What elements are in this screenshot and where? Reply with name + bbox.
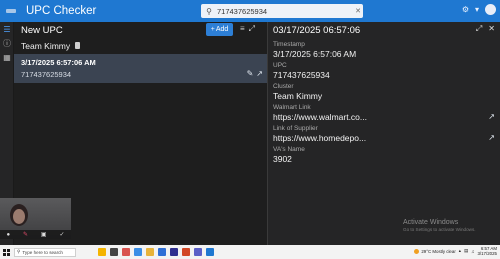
pen-icon[interactable]: ✓ bbox=[60, 231, 65, 238]
app-icon[interactable] bbox=[170, 248, 178, 256]
taskbar-search-placeholder: Type here to search bbox=[22, 249, 63, 255]
field-value: 3902 bbox=[273, 154, 292, 164]
field-label: VA's Name bbox=[273, 146, 305, 153]
field-label: Cluster bbox=[273, 83, 294, 90]
task-view-icon[interactable] bbox=[110, 248, 118, 256]
expand-icon[interactable]: ⤢ bbox=[249, 24, 255, 34]
app-menu-button[interactable] bbox=[0, 0, 18, 22]
add-button[interactable]: + Add bbox=[206, 23, 233, 36]
store-icon[interactable] bbox=[158, 248, 166, 256]
system-tray: 29°C Mostly clear ▴ ▤ ♫ 6:57 AM 3/17/202… bbox=[414, 246, 497, 256]
webcam-overlay[interactable]: ● ✎ ▣ ✓ bbox=[0, 198, 71, 239]
detail-tools: ⤢ ✕ bbox=[476, 24, 495, 34]
settings-icon[interactable]: ⚙ bbox=[462, 5, 469, 14]
info-icon[interactable]: ⓘ bbox=[0, 36, 14, 50]
activate-windows-watermark: Activate Windows Go to Settings to activ… bbox=[403, 219, 476, 232]
close-icon[interactable]: ✕ bbox=[488, 24, 495, 34]
taskbar-apps bbox=[98, 248, 214, 256]
weather-icon bbox=[414, 248, 420, 254]
network-icon[interactable]: ▤ bbox=[464, 248, 468, 254]
taskbar: ⚲ Type here to search 29°C Mostly clear … bbox=[0, 245, 500, 259]
record-icon[interactable]: ✎ bbox=[23, 231, 28, 238]
video-icon[interactable]: ▣ bbox=[41, 231, 47, 238]
volume-icon[interactable]: ♫ bbox=[471, 249, 474, 254]
field-value: 3/17/2025 6:57:06 AM bbox=[273, 49, 357, 59]
app-logo-icon bbox=[5, 9, 16, 13]
supplier-link[interactable]: https://www.homedepo... bbox=[273, 133, 495, 143]
file-explorer-icon[interactable] bbox=[146, 248, 154, 256]
plus-icon: + bbox=[210, 26, 215, 33]
webcam-face bbox=[13, 209, 25, 224]
list-icon[interactable]: ☰ bbox=[0, 22, 14, 36]
entry-actions: ✎ ↗ bbox=[247, 69, 263, 78]
chevron-down-icon[interactable]: ▾ bbox=[475, 5, 479, 14]
list-item[interactable]: 3/17/2025 6:57:06 AM 717437625934 ✎ ↗ bbox=[14, 54, 267, 83]
search-icon: ⚲ bbox=[17, 249, 21, 254]
taskbar-search[interactable]: ⚲ Type here to search bbox=[14, 247, 76, 257]
start-button[interactable] bbox=[0, 245, 12, 259]
open-external-icon[interactable]: ↗ bbox=[488, 133, 495, 142]
detail-panel: 03/17/2025 06:57:06 ⤢ ✕ Timestamp 3/17/2… bbox=[267, 22, 500, 245]
field-upc: UPC 717437625934 bbox=[273, 62, 495, 80]
cluster-badge-icon bbox=[75, 42, 81, 49]
copilot-icon[interactable] bbox=[98, 248, 106, 256]
chrome-icon[interactable] bbox=[122, 248, 130, 256]
cluster-name: Team Kimmy bbox=[21, 40, 71, 51]
windows-logo-icon bbox=[2, 248, 10, 256]
field-timestamp: Timestamp 3/17/2025 6:57:06 AM bbox=[273, 41, 495, 59]
webcam-controls: ● ✎ ▣ ✓ bbox=[0, 230, 71, 239]
app-title: UPC Checker bbox=[26, 5, 97, 17]
field-label: Link of Supplier bbox=[273, 125, 318, 132]
entry-upc: 717437625934 bbox=[21, 70, 72, 79]
field-label: UPC bbox=[273, 62, 287, 69]
expand-icon[interactable]: ⤢ bbox=[476, 24, 482, 34]
weather-text: 29°C Mostly clear bbox=[421, 248, 456, 254]
field-cluster: Cluster Team Kimmy bbox=[273, 83, 495, 101]
add-button-label: Add bbox=[215, 26, 229, 33]
filter-icon[interactable]: ≡ bbox=[240, 24, 245, 34]
camera-icon[interactable]: ● bbox=[6, 232, 10, 238]
clock[interactable]: 6:57 AM 3/17/2025 bbox=[477, 246, 497, 256]
watermark-subtitle: Go to Settings to activate Windows. bbox=[403, 227, 476, 232]
chevron-up-icon[interactable]: ▴ bbox=[459, 248, 461, 254]
search-icon: ⚲ bbox=[206, 6, 212, 16]
app-icon[interactable] bbox=[182, 248, 190, 256]
field-value: Team Kimmy bbox=[273, 91, 323, 101]
app-icon[interactable] bbox=[194, 248, 202, 256]
upc-checker-app-icon[interactable] bbox=[206, 248, 214, 256]
clock-date: 3/17/2025 bbox=[477, 251, 497, 256]
open-external-icon[interactable]: ↗ bbox=[256, 69, 263, 78]
field-label: Walmart Link bbox=[273, 104, 311, 111]
edit-icon[interactable]: ✎ bbox=[247, 69, 254, 78]
avatar[interactable] bbox=[485, 4, 496, 15]
walmart-link[interactable]: https://www.walmart.co... bbox=[273, 112, 495, 122]
list-tools: ≡ ⤢ bbox=[240, 24, 255, 34]
entry-timestamp: 3/17/2025 6:57:06 AM bbox=[21, 58, 96, 67]
watermark-title: Activate Windows bbox=[403, 219, 459, 226]
field-va-name: VA's Name 3902 bbox=[273, 146, 495, 164]
field-walmart-link: Walmart Link https://www.walmart.co... ↗ bbox=[273, 104, 495, 122]
clear-search-icon[interactable]: ✕ bbox=[353, 7, 363, 15]
field-value: 717437625934 bbox=[273, 70, 330, 80]
edge-icon[interactable] bbox=[134, 248, 142, 256]
list-title: New UPC bbox=[21, 24, 63, 36]
weather-widget[interactable]: 29°C Mostly clear bbox=[414, 248, 456, 254]
detail-title: 03/17/2025 06:57:06 bbox=[273, 24, 361, 36]
cluster-header[interactable]: Team Kimmy bbox=[14, 38, 267, 53]
app-bar: UPC Checker ⚲ 717437625934 ✕ ⚙ ▾ bbox=[0, 0, 500, 22]
grid-icon[interactable]: ▦ bbox=[0, 50, 14, 64]
open-external-icon[interactable]: ↗ bbox=[488, 112, 495, 121]
app-bar-actions: ⚙ ▾ bbox=[462, 4, 496, 15]
search-bar[interactable]: ⚲ 717437625934 ✕ bbox=[201, 4, 363, 18]
field-label: Timestamp bbox=[273, 41, 305, 48]
field-supplier-link: Link of Supplier https://www.homedepo...… bbox=[273, 125, 495, 143]
search-input[interactable]: 717437625934 bbox=[217, 7, 353, 16]
